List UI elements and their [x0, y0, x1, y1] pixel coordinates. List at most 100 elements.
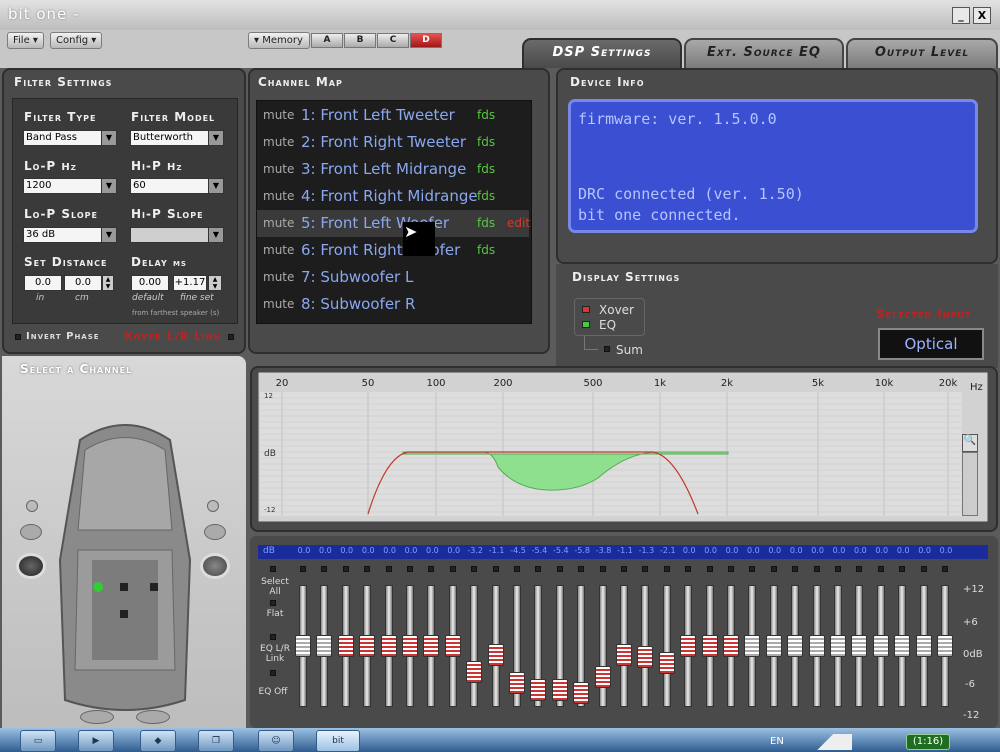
zoom-scrollbar[interactable]	[962, 452, 978, 516]
speaker-icon[interactable]	[20, 524, 42, 540]
eq-fader-knob[interactable]	[380, 635, 397, 657]
tab-dsp-settings[interactable]: DSP Settings	[522, 38, 682, 68]
speaker-icon[interactable]	[150, 583, 158, 591]
sum-checkbox[interactable]	[604, 346, 610, 352]
channel-mute-button[interactable]: mute	[263, 243, 294, 257]
speaker-selected-icon[interactable]	[93, 582, 103, 592]
flat-checkbox[interactable]	[270, 600, 276, 606]
channel-row[interactable]: mute 1: Front Left Tweeter fds	[257, 102, 529, 129]
eq-band-select[interactable]	[492, 566, 499, 572]
eq-band-select[interactable]	[599, 566, 606, 572]
eq-band-select[interactable]	[877, 566, 884, 572]
eq-fader-knob[interactable]	[872, 635, 889, 657]
eq-band-select[interactable]	[556, 566, 563, 572]
eq-fader-knob[interactable]	[723, 635, 739, 657]
tab-output-level[interactable]: Output Level	[846, 38, 998, 68]
eq-band-select[interactable]	[770, 566, 777, 572]
eq-band-select[interactable]	[342, 566, 349, 572]
taskbar-app-icon[interactable]: ◆	[140, 730, 176, 752]
eq-fader-knob[interactable]	[444, 635, 461, 657]
channel-row[interactable]: mute 6: Front Right Woofer fds	[257, 237, 529, 264]
eq-fader-knob[interactable]	[530, 679, 547, 701]
eq-fader-knob[interactable]	[573, 682, 590, 704]
eq-band-select[interactable]	[685, 566, 692, 572]
hip-select[interactable]: 60 ▼	[130, 178, 224, 194]
eq-band-select[interactable]	[706, 566, 713, 572]
memory-menu[interactable]: ▾ Memory	[248, 32, 310, 49]
filter-type-select[interactable]: Band Pass ▼	[23, 130, 117, 146]
eq-band-select[interactable]	[407, 566, 413, 572]
close-button[interactable]: X	[973, 7, 991, 24]
channel-mute-button[interactable]: mute	[263, 216, 294, 230]
channel-row[interactable]: mute 5: Front Left Woofer fds edit	[257, 210, 530, 237]
channel-mute-button[interactable]: mute	[263, 108, 294, 122]
eq-band-select[interactable]	[663, 566, 670, 572]
eq-fader-knob[interactable]	[765, 635, 782, 657]
speaker-icon[interactable]	[207, 500, 219, 512]
memory-slot-d[interactable]: D	[410, 33, 442, 48]
channel-edit-button[interactable]: edit	[507, 216, 530, 230]
channel-fds-button[interactable]: fds	[477, 108, 495, 122]
eq-band-select[interactable]	[300, 566, 306, 572]
eq-fader-track[interactable]	[470, 585, 479, 707]
eq-fader-knob[interactable]	[466, 661, 483, 683]
config-menu[interactable]: Config ▾	[50, 32, 103, 49]
eq-band-select[interactable]	[749, 566, 756, 572]
eq-fader-knob[interactable]	[551, 679, 568, 701]
memory-slot-c[interactable]: C	[377, 33, 409, 48]
channel-row[interactable]: mute 7: Subwoofer L	[257, 264, 529, 291]
eq-fader-knob[interactable]	[915, 635, 932, 657]
channel-mute-button[interactable]: mute	[263, 189, 294, 203]
eq-checkbox[interactable]	[582, 321, 590, 328]
eq-band-select[interactable]	[535, 566, 542, 572]
speaker-icon[interactable]	[80, 710, 114, 724]
channel-fds-button[interactable]: fds	[477, 162, 495, 176]
eq-band-select[interactable]	[514, 566, 520, 572]
eq-fader-knob[interactable]	[295, 635, 311, 657]
filter-model-select[interactable]: Butterworth ▼	[130, 130, 224, 146]
eq-fader-knob[interactable]	[937, 635, 953, 657]
eq-band-select[interactable]	[449, 566, 456, 572]
speaker-icon[interactable]	[136, 710, 170, 724]
channel-mute-button[interactable]: mute	[263, 270, 294, 284]
eq-fader-track[interactable]	[662, 585, 671, 707]
eq-fader-knob[interactable]	[402, 635, 418, 657]
file-menu[interactable]: File ▾	[7, 32, 44, 49]
channel-row[interactable]: mute 2: Front Right Tweeter fds	[257, 129, 529, 156]
eq-fader-knob[interactable]	[423, 635, 440, 657]
eq-band-select[interactable]	[385, 566, 392, 572]
speaker-icon[interactable]	[204, 524, 226, 540]
delay-default-input[interactable]: 0.00	[131, 275, 169, 291]
minimize-button[interactable]: _	[952, 7, 970, 24]
channel-fds-button[interactable]: fds	[477, 243, 495, 257]
eq-fader-knob[interactable]	[808, 635, 825, 657]
distance-cm-input[interactable]: 0.0	[64, 275, 102, 291]
hip-slope-select[interactable]: ▼	[130, 227, 224, 243]
eq-band-select[interactable]	[578, 566, 585, 572]
eq-fader-knob[interactable]	[851, 635, 868, 657]
channel-mute-button[interactable]: mute	[263, 297, 294, 311]
eq-fader-knob[interactable]	[701, 635, 718, 657]
eq-fader-knob[interactable]	[787, 635, 804, 657]
channel-fds-button[interactable]: fds	[477, 189, 495, 203]
eq-fader-knob[interactable]	[744, 635, 761, 657]
eq-band-select[interactable]	[920, 566, 927, 572]
selected-input-value[interactable]: Optical	[878, 328, 984, 360]
eq-band-select[interactable]	[856, 566, 863, 572]
eq-fader-knob[interactable]	[680, 635, 697, 657]
eq-off-checkbox[interactable]	[270, 670, 276, 676]
eq-band-select[interactable]	[942, 566, 948, 572]
eq-band-select[interactable]	[813, 566, 820, 572]
delay-spinner[interactable]: ▲ ▼	[208, 275, 222, 291]
taskbar-users-icon[interactable]: ☺	[258, 730, 294, 752]
memory-slot-b[interactable]: B	[344, 33, 376, 48]
channel-row[interactable]: mute 4: Front Right Midrange fds	[257, 183, 529, 210]
speaker-icon[interactable]	[120, 610, 128, 618]
eq-fader-knob[interactable]	[594, 666, 611, 688]
xover-link-checkbox[interactable]	[228, 334, 234, 340]
eq-fader-knob[interactable]	[616, 644, 632, 666]
eq-fader-knob[interactable]	[337, 635, 354, 657]
eq-band-select[interactable]	[364, 566, 371, 572]
eq-fader-knob[interactable]	[658, 652, 675, 674]
eq-fader-track[interactable]	[598, 585, 607, 707]
